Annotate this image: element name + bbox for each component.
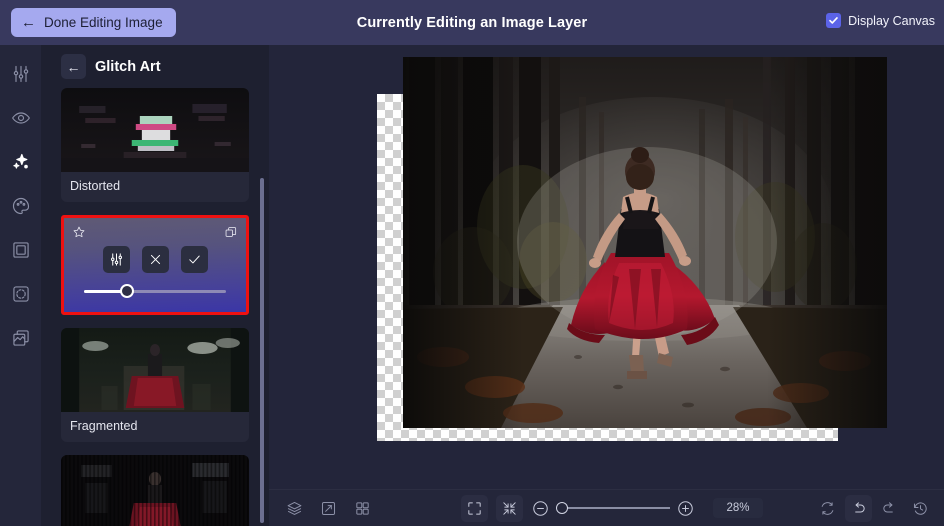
slider-thumb[interactable] — [119, 284, 134, 298]
duplicate-button[interactable] — [222, 223, 240, 241]
preset-list: Distorted Fragmented — [41, 88, 269, 526]
cancel-button[interactable] — [141, 246, 169, 273]
editing-action-buttons — [64, 246, 246, 273]
transform-button[interactable] — [315, 495, 342, 522]
grid-button[interactable] — [349, 495, 376, 522]
settings-sliders-button[interactable] — [102, 246, 130, 273]
display-canvas-toggle[interactable]: Display Canvas — [826, 13, 935, 28]
palette-icon — [12, 197, 29, 215]
preset-thumbnail-distorted — [61, 88, 249, 172]
edited-image-layer[interactable] — [403, 57, 887, 428]
rail-item-adjustments[interactable] — [6, 59, 36, 89]
zoom-level-value[interactable]: 28% — [713, 498, 763, 518]
zoom-slider[interactable] — [556, 500, 670, 516]
preset-card-editing-selected[interactable] — [61, 215, 249, 315]
done-editing-image-button[interactable]: ← Done Editing Image — [11, 8, 176, 37]
sidebar-back-arrow-icon: ← — [66, 58, 81, 75]
adjustments-icon — [13, 65, 28, 83]
rail-item-effects[interactable] — [6, 147, 36, 177]
history-button[interactable] — [907, 495, 934, 522]
rail-item-focus[interactable] — [6, 279, 36, 309]
frame-icon — [12, 242, 29, 258]
zoom-in-button[interactable] — [676, 499, 695, 518]
rail-item-visibility[interactable] — [6, 103, 36, 133]
shrink-to-fit-button[interactable] — [496, 494, 523, 522]
duplicate-icon — [225, 227, 237, 237]
check-icon — [829, 17, 838, 24]
sidebar-header: ← Glitch Art — [41, 45, 269, 88]
favorite-button[interactable] — [70, 223, 88, 241]
layers-stack-icon — [12, 330, 29, 346]
image-editor-window: Currently Editing an Image Layer ← Done … — [0, 0, 944, 526]
top-bar: Currently Editing an Image Layer ← Done … — [0, 0, 944, 45]
focus-icon — [12, 286, 29, 302]
undo-icon — [855, 501, 865, 513]
zoom-out-button[interactable] — [531, 499, 550, 518]
zoom-out-icon — [533, 500, 548, 516]
back-arrow-icon: ← — [21, 14, 36, 31]
transform-icon — [321, 501, 336, 515]
effect-intensity-slider[interactable] — [84, 284, 226, 298]
bottom-toolbar: 28% — [269, 489, 944, 526]
preset-label-distorted: Distorted — [70, 179, 121, 193]
sparkles-icon — [12, 153, 28, 169]
expand-icon — [468, 501, 481, 515]
reset-icon — [821, 501, 834, 515]
reset-button[interactable] — [814, 495, 841, 522]
bottom-toolbar-center-group: 28% — [461, 494, 763, 522]
rail-item-frame[interactable] — [6, 235, 36, 265]
effects-sidebar: ← Glitch Art Distorted Fragmented — [41, 45, 269, 526]
zoom-slider-track — [556, 507, 670, 509]
preset-label-fragmented: Fragmented — [70, 419, 138, 433]
sliders-icon — [110, 253, 122, 266]
zoom-controls — [531, 499, 695, 518]
sidebar-back-button[interactable]: ← — [61, 54, 86, 79]
sidebar-scrollbar[interactable] — [260, 178, 264, 523]
layers-button[interactable] — [281, 495, 308, 522]
rail-item-layers[interactable] — [6, 323, 36, 353]
preset-card-fragmented[interactable]: Fragmented — [61, 328, 249, 442]
zoom-in-icon — [678, 500, 693, 516]
confirm-button[interactable] — [180, 246, 208, 273]
display-canvas-checkbox[interactable] — [826, 13, 842, 28]
redo-button[interactable] — [876, 495, 903, 522]
grid-icon — [356, 501, 369, 515]
tool-rail — [0, 45, 41, 526]
done-editing-image-label: Done Editing Image — [44, 15, 163, 30]
display-canvas-label: Display Canvas — [848, 13, 935, 28]
image-content — [403, 57, 887, 428]
close-icon — [150, 254, 160, 265]
preset-card-distorted[interactable]: Distorted — [61, 88, 249, 202]
redo-icon — [883, 501, 893, 513]
check-icon — [188, 255, 200, 264]
eye-icon — [11, 112, 30, 124]
rail-item-color[interactable] — [6, 191, 36, 221]
sidebar-title: Glitch Art — [95, 58, 161, 75]
fit-to-screen-button[interactable] — [461, 494, 488, 522]
canvas-area[interactable] — [269, 45, 944, 489]
preset-card-digitized[interactable]: Digitized — [61, 455, 249, 526]
star-icon — [73, 226, 85, 238]
preset-thumbnail-fragmented — [61, 328, 249, 412]
undo-button[interactable] — [845, 494, 872, 522]
preset-thumbnail-digitized — [61, 455, 249, 526]
bottom-toolbar-right-group — [814, 494, 934, 522]
zoom-slider-thumb[interactable] — [556, 502, 568, 514]
bottom-toolbar-left-group — [281, 495, 376, 522]
history-icon — [913, 501, 927, 515]
layers-icon — [287, 501, 302, 515]
collapse-icon — [503, 501, 516, 515]
